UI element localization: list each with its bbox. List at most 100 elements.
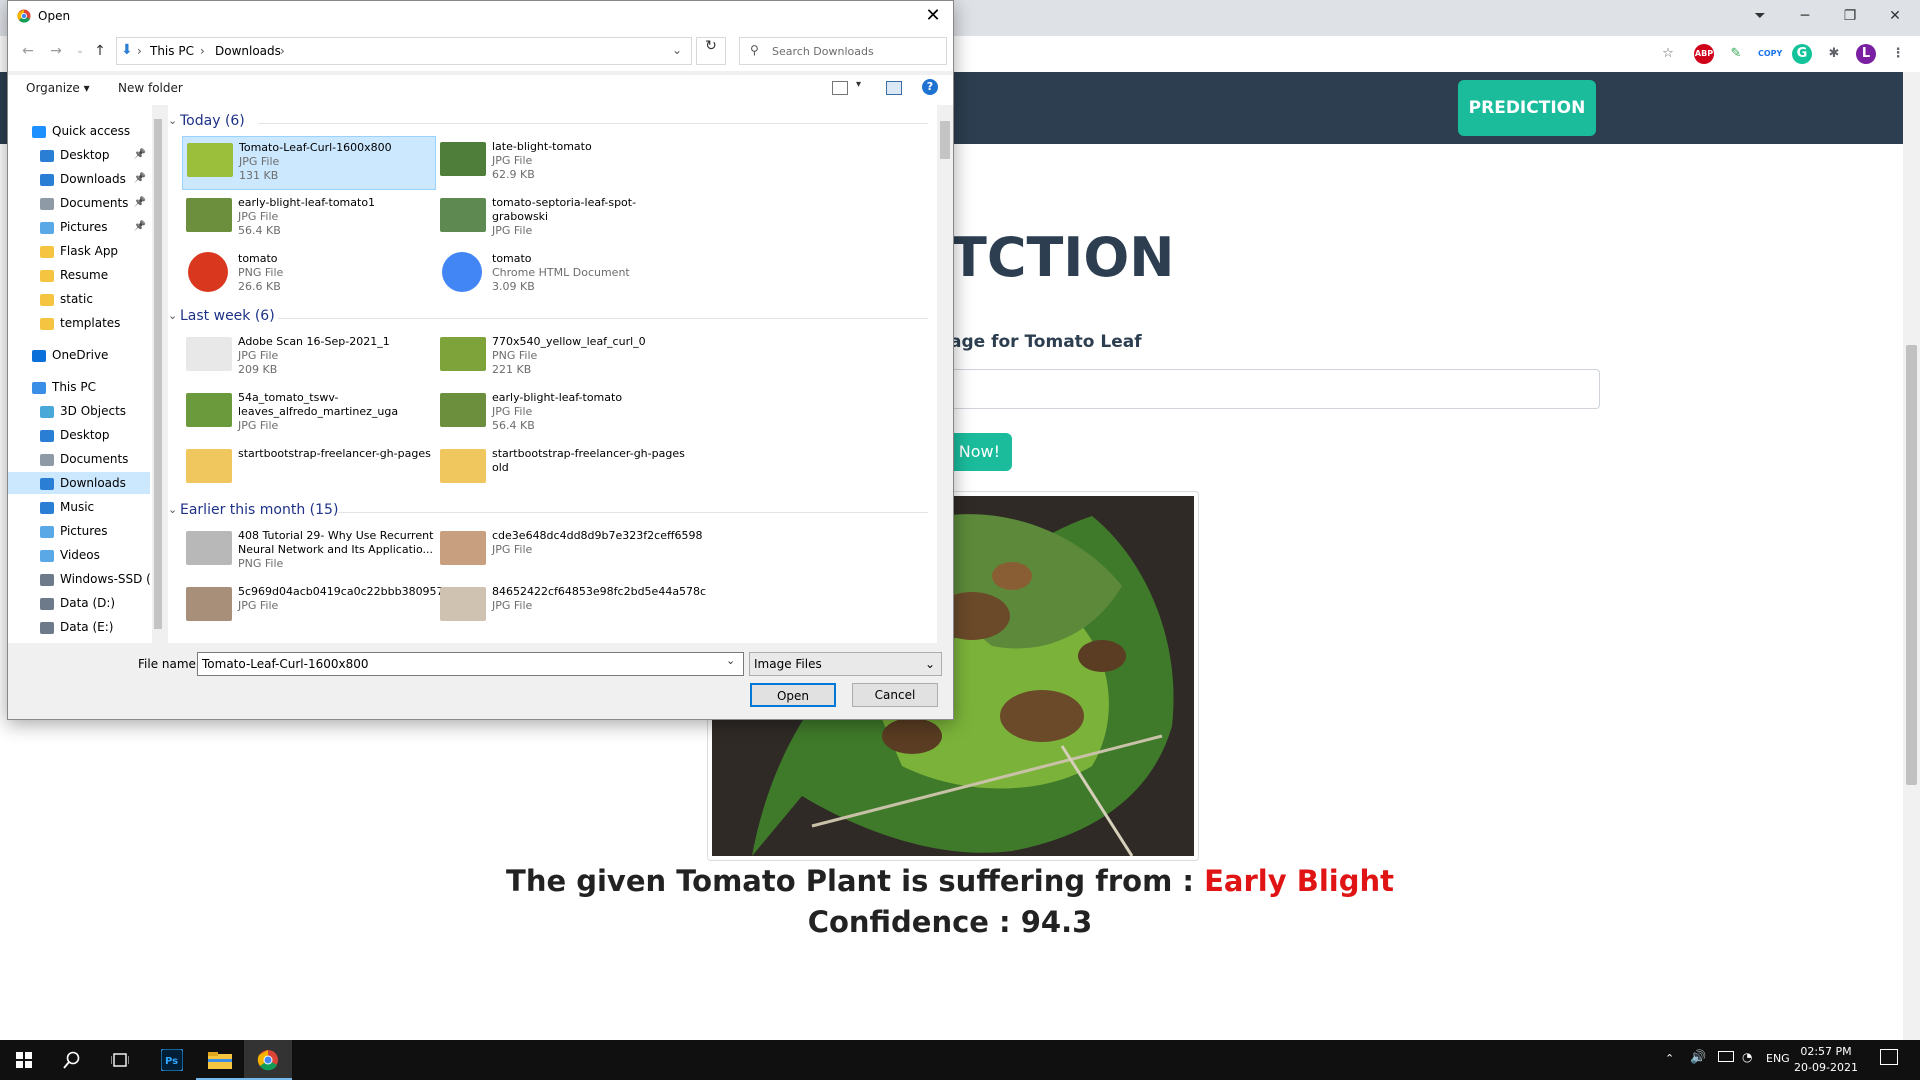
nav-item-label: Data (D:) (60, 596, 116, 610)
group-header[interactable]: Last week (6) (180, 308, 275, 324)
nav-item[interactable]: Documents 📌 (8, 192, 150, 214)
file-list-scrollbar-thumb[interactable] (940, 121, 950, 159)
prediction-nav-button[interactable]: PREDICTION (1458, 80, 1596, 136)
file-name-input[interactable]: Tomato-Leaf-Curl-1600x800 (197, 652, 744, 676)
grammarly-icon[interactable]: G (1792, 44, 1812, 64)
new-folder-button[interactable]: New folder (118, 81, 183, 95)
file-name: 770x540_yellow_leaf_curl_0 (492, 335, 646, 348)
page-scrollbar-thumb[interactable] (1906, 345, 1917, 785)
refresh-icon[interactable]: ↻ (696, 37, 726, 65)
file-list-scrollbar[interactable] (937, 105, 953, 643)
extensions-puzzle-icon[interactable]: ✱ (1824, 44, 1844, 64)
notifications-icon[interactable] (1880, 1049, 1898, 1065)
windows-start-icon[interactable] (0, 1040, 48, 1080)
help-icon[interactable]: ? (922, 79, 938, 95)
cancel-button[interactable]: Cancel (852, 683, 938, 707)
breadcrumb-downloads[interactable]: Downloads (215, 44, 281, 58)
breadcrumb-this-pc[interactable]: This PC (150, 44, 194, 58)
file-item[interactable]: startbootstrap-freelancer-gh-pages (182, 443, 436, 497)
nav-item[interactable]: static (8, 288, 150, 310)
file-item[interactable]: tomato PNG File 26.6 KB (182, 248, 436, 302)
nav-item[interactable]: Documents (8, 448, 150, 470)
nav-item[interactable]: Quick access (8, 120, 150, 142)
file-item[interactable]: tomato-septoria-leaf-spot-grabowski JPG F… (436, 192, 690, 246)
file-item[interactable]: 54a_tomato_tswv-leaves_alfredo_martinez_… (182, 387, 436, 441)
nav-item[interactable]: Downloads (8, 472, 150, 494)
nav-item[interactable]: templates (8, 312, 150, 334)
close-icon[interactable]: ✕ (918, 4, 948, 28)
file-item[interactable]: startbootstrap-freelancer-gh-pages old (436, 443, 690, 497)
file-name: 5c969d04acb0419ca0c22bbb380957c4 (238, 585, 457, 598)
back-arrow-icon[interactable]: ← (18, 41, 38, 61)
nav-item[interactable]: Music (8, 496, 150, 518)
chevron-down-icon[interactable]: ⌄ (726, 654, 735, 667)
menu-kebab-icon[interactable]: ⋮ (1888, 44, 1908, 64)
nav-item[interactable]: Windows-SSD (C (8, 568, 150, 590)
volume-icon[interactable]: 🔊 (1690, 1050, 1706, 1065)
file-item[interactable]: 84652422cf64853e98fc2bd5e44a578c JPG File (436, 581, 706, 635)
nav-item[interactable]: This PC (8, 376, 150, 398)
nav-item-label: Desktop (60, 428, 110, 442)
search-icon[interactable] (48, 1040, 96, 1080)
restore-button[interactable]: ❐ (1830, 4, 1870, 28)
chevron-down-icon[interactable]: ⌄ (168, 114, 177, 127)
file-item[interactable]: late-blight-tomato JPG File 62.9 KB (436, 136, 690, 190)
open-button[interactable]: Open (750, 683, 836, 707)
pin-extension-icon[interactable]: ✎ (1726, 44, 1746, 64)
file-item[interactable]: tomato Chrome HTML Document 3.09 KB (436, 248, 690, 302)
view-options-icon[interactable] (832, 81, 848, 95)
profile-avatar[interactable]: L (1856, 44, 1876, 64)
nav-item[interactable]: Pictures 📌 (8, 216, 150, 238)
clock[interactable]: 02:57 PM 20-09-2021 (1790, 1044, 1862, 1076)
copy-extension-icon[interactable]: COPY (1758, 44, 1782, 64)
up-arrow-icon[interactable]: ↑ (90, 41, 110, 61)
photoshop-icon[interactable]: Ps (148, 1040, 196, 1080)
file-explorer-icon[interactable] (196, 1040, 244, 1080)
nav-item[interactable]: Data (D:) (8, 592, 150, 614)
preview-pane-icon[interactable] (886, 81, 902, 95)
nav-item[interactable]: OneDrive (8, 344, 150, 366)
minimize-button[interactable]: ─ (1785, 4, 1825, 28)
tray-chevron-icon[interactable]: ⌃ (1665, 1052, 1674, 1065)
file-item[interactable]: Tomato-Leaf-Curl-1600x800 JPG File 131 KB (182, 136, 436, 190)
nav-item[interactable]: Videos (8, 544, 150, 566)
view-dropdown-icon[interactable]: ▾ (856, 79, 861, 90)
nav-item[interactable]: Pictures (8, 520, 150, 542)
file-item[interactable]: 770x540_yellow_leaf_curl_0 PNG File 221 KB (436, 331, 690, 385)
breadcrumb[interactable]: ⬇ › This PC › Downloads › ⌄ (116, 37, 692, 65)
forward-arrow-icon[interactable]: → (46, 41, 66, 61)
search-input[interactable]: ⚲ Search Downloads (739, 37, 947, 65)
nav-item[interactable]: Data (E:) (8, 616, 150, 638)
nav-item[interactable]: Flask App (8, 240, 150, 262)
file-item[interactable]: 408 Tutorial 29- Why Use Recurrent Neura… (182, 525, 436, 579)
task-view-icon[interactable] (96, 1040, 144, 1080)
nav-pane-scrollbar-thumb[interactable] (154, 119, 162, 629)
bookmark-star-icon[interactable]: ☆ (1658, 44, 1678, 64)
battery-icon[interactable] (1718, 1051, 1734, 1062)
file-upload-input[interactable] (940, 369, 1600, 409)
chevron-down-icon[interactable]: ⌄ (672, 43, 682, 57)
organize-button[interactable]: Organize ▾ (26, 81, 90, 95)
nav-item[interactable]: Downloads 📌 (8, 168, 150, 190)
wifi-icon[interactable]: ◔ (1742, 1050, 1752, 1064)
file-item[interactable]: early-blight-leaf-tomato1 JPG File 56.4 KB (182, 192, 436, 246)
nav-item[interactable]: Desktop 📌 (8, 144, 150, 166)
file-type-select[interactable]: Image Files ⌄ (749, 652, 942, 676)
adblock-icon[interactable]: ABP (1694, 44, 1714, 64)
group-header[interactable]: Earlier this month (15) (180, 502, 338, 518)
file-item[interactable]: Adobe Scan 16-Sep-2021_1 JPG File 209 KB (182, 331, 436, 385)
file-item[interactable]: 5c969d04acb0419ca0c22bbb380957c4 JPG File (182, 581, 457, 635)
chevron-down-icon[interactable]: ⌄ (168, 309, 177, 322)
group-header[interactable]: Today (6) (180, 113, 245, 129)
chevron-down-icon[interactable]: ⌄ (168, 503, 177, 516)
nav-item[interactable]: Resume (8, 264, 150, 286)
file-item[interactable]: early-blight-leaf-tomato JPG File 56.4 KB (436, 387, 690, 441)
chrome-icon[interactable] (244, 1040, 292, 1080)
file-item[interactable]: cde3e648dc4dd8d9b7e323f2ceff6598 JPG File (436, 525, 703, 579)
language-indicator[interactable]: ENG (1766, 1052, 1790, 1065)
nav-item[interactable]: Desktop (8, 424, 150, 446)
browser-close-button[interactable]: ✕ (1875, 4, 1915, 28)
profile-dropdown-icon[interactable]: ⏷ (1740, 4, 1780, 28)
nav-item[interactable]: 3D Objects (8, 400, 150, 422)
recent-locations-icon[interactable]: ⌄ (70, 41, 90, 61)
